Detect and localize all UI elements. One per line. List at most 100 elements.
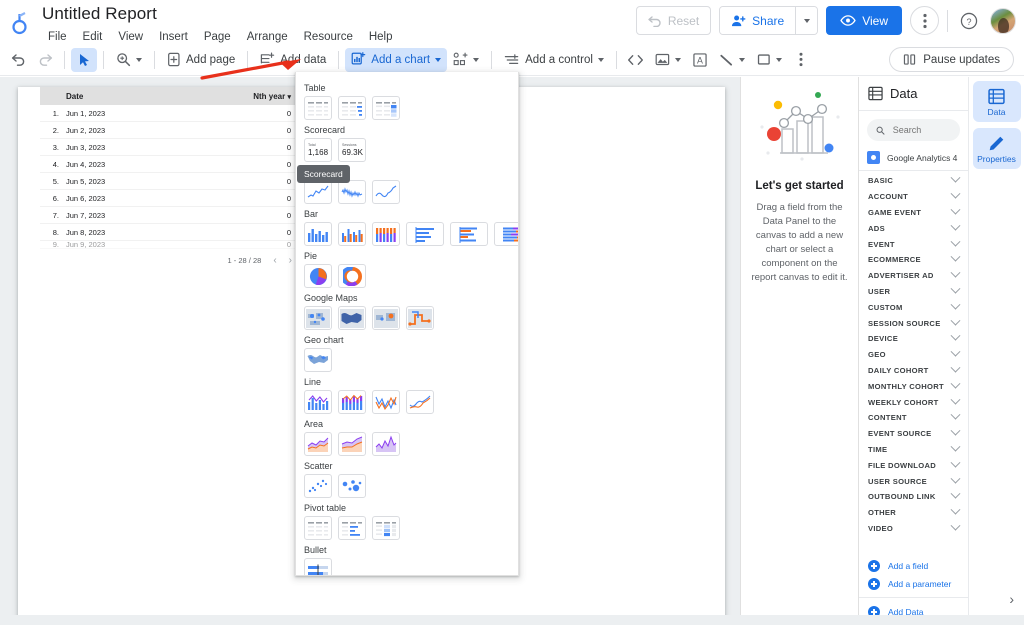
table-row[interactable]: 4.Jun 4, 20230 [40,156,298,173]
chart-option-table-with-bars[interactable] [338,96,366,120]
more-tools-button[interactable] [788,48,814,72]
field-category-custom[interactable]: CUSTOM [859,299,968,315]
table-row[interactable]: 8.Jun 8, 20230 [40,224,298,241]
chart-option-timeseries-dense[interactable] [338,180,366,204]
chart-option-map-filled[interactable] [338,306,366,330]
add-community-visualization-button[interactable] [447,48,485,72]
field-category-outbound-link[interactable]: OUTBOUND LINK [859,489,968,505]
add-control-button[interactable]: Add a control [498,48,610,72]
chart-option-table-plain[interactable] [304,96,332,120]
data-search[interactable] [867,119,960,141]
avatar[interactable] [990,8,1016,34]
data-source-item[interactable]: Google Analytics 4 [859,145,968,171]
search-input[interactable] [891,124,951,136]
field-category-time[interactable]: TIME [859,442,968,458]
pagination-prev-button[interactable]: ‹ [273,255,276,266]
chart-option-donut-chart[interactable] [338,264,366,288]
chart-option-smoothed-line[interactable] [406,390,434,414]
chart-option-map-route[interactable] [406,306,434,330]
help-button[interactable]: ? [956,8,982,34]
chart-option-table-heatmap[interactable] [372,96,400,120]
more-options-button[interactable] [910,6,939,35]
field-category-weekly-cohort[interactable]: WEEKLY COHORT [859,394,968,410]
field-category-ads[interactable]: ADS [859,220,968,236]
chart-option-combo-stacked[interactable] [338,390,366,414]
chart-option-line-chart[interactable] [372,390,400,414]
field-category-monthly-cohort[interactable]: MONTHLY COHORT [859,378,968,394]
field-category-device[interactable]: DEVICE [859,331,968,347]
field-category-daily-cohort[interactable]: DAILY COHORT [859,363,968,379]
redo-button[interactable] [32,48,58,72]
chart-option-map-heat[interactable] [372,306,400,330]
field-category-geo[interactable]: GEO [859,347,968,363]
chart-option-pivot-plain[interactable] [304,516,332,540]
add-chart-menu[interactable]: TableScorecardTotal1,168Sessions69.3KTim… [295,72,519,576]
line-button[interactable] [713,48,751,72]
field-category-game-event[interactable]: GAME EVENT [859,205,968,221]
share-button[interactable]: Share [720,7,795,34]
chart-option-geo-chart[interactable] [304,348,332,372]
field-category-advertiser-ad[interactable]: ADVERTISER AD [859,268,968,284]
add-page-button[interactable]: Add page [161,48,241,72]
add-a-field-button[interactable]: Add a field [859,557,968,575]
chart-option-map-bubble[interactable] [304,306,332,330]
chart-option-grouped-bar[interactable] [450,222,488,246]
tab-data[interactable]: Data [973,81,1021,122]
table-row[interactable]: 2.Jun 2, 20230 [40,122,298,139]
field-category-other[interactable]: OTHER [859,505,968,521]
looker-studio-logo[interactable] [0,0,40,44]
field-category-session-source[interactable]: SESSION SOURCE [859,315,968,331]
chart-option-scorecard-total[interactable]: Total1,168 [304,138,332,162]
select-tool-button[interactable] [71,48,97,72]
image-button[interactable] [649,48,687,72]
chart-option-bar-chart[interactable] [406,222,444,246]
table-row[interactable]: 6.Jun 6, 20230 [40,190,298,207]
chart-option-stacked-column[interactable] [372,222,400,246]
chart-option-stacked-bar[interactable] [494,222,519,246]
chart-option-area-peak[interactable] [372,432,400,456]
tab-properties[interactable]: Properties [973,128,1021,169]
field-category-user-source[interactable]: USER SOURCE [859,473,968,489]
chart-option-area-chart[interactable] [304,432,332,456]
chart-option-bullet-chart[interactable] [304,558,332,576]
field-category-video[interactable]: VIDEO [859,521,968,537]
chart-option-scorecard-sessions[interactable]: Sessions69.3K [338,138,366,162]
table-header-date[interactable]: Date [66,92,236,101]
chart-option-pivot-heatmap[interactable] [372,516,400,540]
table-header-metric[interactable]: Nth year ▾ [236,92,298,101]
collapse-panel-button[interactable]: › [1009,591,1014,607]
share-dropdown-button[interactable] [795,7,817,34]
chart-option-timeseries-line[interactable] [304,180,332,204]
chart-option-bubble-chart[interactable] [338,474,366,498]
add-a-parameter-button[interactable]: Add a parameter [859,575,968,593]
chart-option-grouped-column[interactable] [338,222,366,246]
embed-code-button[interactable] [623,48,649,72]
chart-option-stacked-area[interactable] [338,432,366,456]
view-button[interactable]: View [826,6,902,35]
pagination-next-button[interactable]: › [289,255,292,266]
field-category-file-download[interactable]: FILE DOWNLOAD [859,457,968,473]
reset-button[interactable]: Reset [636,6,711,35]
zoom-tool-button[interactable] [110,48,148,72]
table-widget[interactable]: Date Nth year ▾ 1.Jun 1, 202302.Jun 2, 2… [40,87,298,271]
field-category-event-source[interactable]: EVENT SOURCE [859,426,968,442]
text-box-button[interactable]: A [687,48,713,72]
table-row[interactable]: 3.Jun 3, 20230 [40,139,298,156]
field-category-event[interactable]: EVENT [859,236,968,252]
add-data-button[interactable]: Add data [254,48,332,72]
field-category-content[interactable]: CONTENT [859,410,968,426]
chart-option-pivot-bars[interactable] [338,516,366,540]
field-category-basic[interactable]: BASIC [859,173,968,189]
report-title[interactable]: Untitled Report [40,4,401,24]
add-chart-button[interactable]: Add a chart [345,48,447,72]
chart-option-scatter-plot[interactable] [304,474,332,498]
table-row[interactable]: 9.Jun 9, 20230 [40,241,298,249]
field-category-user[interactable]: USER [859,284,968,300]
table-row[interactable]: 7.Jun 7, 20230 [40,207,298,224]
chart-option-timeseries-smooth[interactable] [372,180,400,204]
table-row[interactable]: 1.Jun 1, 20230 [40,105,298,122]
undo-button[interactable] [6,48,32,72]
chart-option-column-chart[interactable] [304,222,332,246]
field-category-account[interactable]: ACCOUNT [859,189,968,205]
chart-option-pie-chart[interactable] [304,264,332,288]
